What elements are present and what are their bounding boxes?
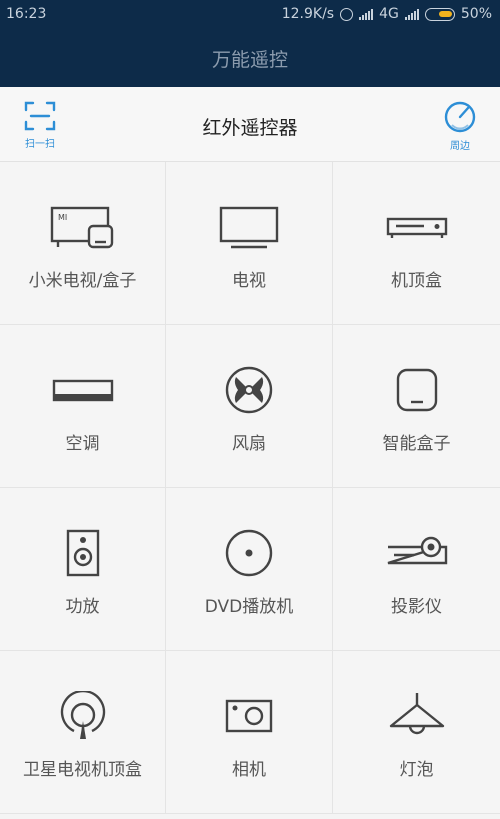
device-tile-lamp[interactable]: 灯泡 [333,651,500,814]
device-grid: MI 小米电视/盒子 电视 机顶盒 空调 风扇 智能盒子 功放 DVD播放机 投… [0,162,500,819]
set-top-box-icon [386,217,447,238]
device-tile-projector[interactable]: 投影仪 [333,488,500,651]
camera-icon [225,699,273,733]
lamp-icon [389,693,444,735]
status-right-group: 12.9K/s 4G 50% [282,6,492,22]
device-label: 智能盒子 [382,434,451,454]
device-label: DVD播放机 [204,597,294,617]
status-bar: 16:23 12.9K/s 4G 50% [0,0,500,30]
alarm-icon [340,7,354,21]
device-label: 投影仪 [391,597,442,617]
dvd-disc-icon [225,529,273,577]
device-label: 灯泡 [399,760,434,780]
signal-icon-2 [404,8,419,20]
device-tile-air-conditioner[interactable]: 空调 [0,325,166,488]
tv-icon [219,206,279,249]
signal-icon [359,8,374,20]
device-tile-tv[interactable]: 电视 [166,162,333,325]
amplifier-speaker-icon [66,529,99,577]
satellite-icon [60,691,105,739]
mi-tv-box-icon: MI [50,206,113,249]
projector-icon [387,536,447,565]
air-conditioner-icon [52,379,113,402]
page-title: 红外遥控器 [202,117,298,139]
device-label: 功放 [65,597,100,617]
battery-percent: 50% [460,6,492,22]
device-label: 机顶盒 [391,271,442,291]
nearby-button[interactable]: 周边 [437,101,483,152]
device-tile-amplifier[interactable]: 功放 [0,488,166,651]
device-label: 卫星电视机顶盒 [23,760,142,780]
network-type: 4G [379,6,399,22]
device-label: 小米电视/盒子 [28,271,137,291]
device-tile-fan[interactable]: 风扇 [166,325,333,488]
svg-text:MI: MI [58,213,67,222]
status-time: 16:23 [6,6,47,22]
device-label: 相机 [232,760,266,780]
device-tile-satellite[interactable]: 卫星电视机顶盒 [0,651,166,814]
scan-label: 扫一扫 [25,139,55,150]
net-speed: 12.9K/s [281,6,335,22]
device-label: 风扇 [232,434,266,454]
device-tile-camera[interactable]: 相机 [166,651,333,814]
smart-box-icon [396,368,437,412]
device-label: 空调 [65,434,100,454]
device-tile-smart-box[interactable]: 智能盒子 [333,325,500,488]
device-tile-mi-tv-box[interactable]: MI 小米电视/盒子 [0,162,166,325]
page-header: 扫一扫 红外遥控器 周边 [0,87,500,162]
device-tile-dvd[interactable]: DVD播放机 [166,488,333,651]
fan-icon [225,366,273,414]
device-label: 电视 [232,271,266,291]
battery-icon [424,7,455,21]
app-title: 万能遥控 [211,49,288,71]
app-title-bar: 万能遥控 [0,30,500,87]
nearby-label: 周边 [450,141,470,152]
radar-gauge-icon [444,101,476,133]
device-tile-set-top-box[interactable]: 机顶盒 [333,162,500,325]
